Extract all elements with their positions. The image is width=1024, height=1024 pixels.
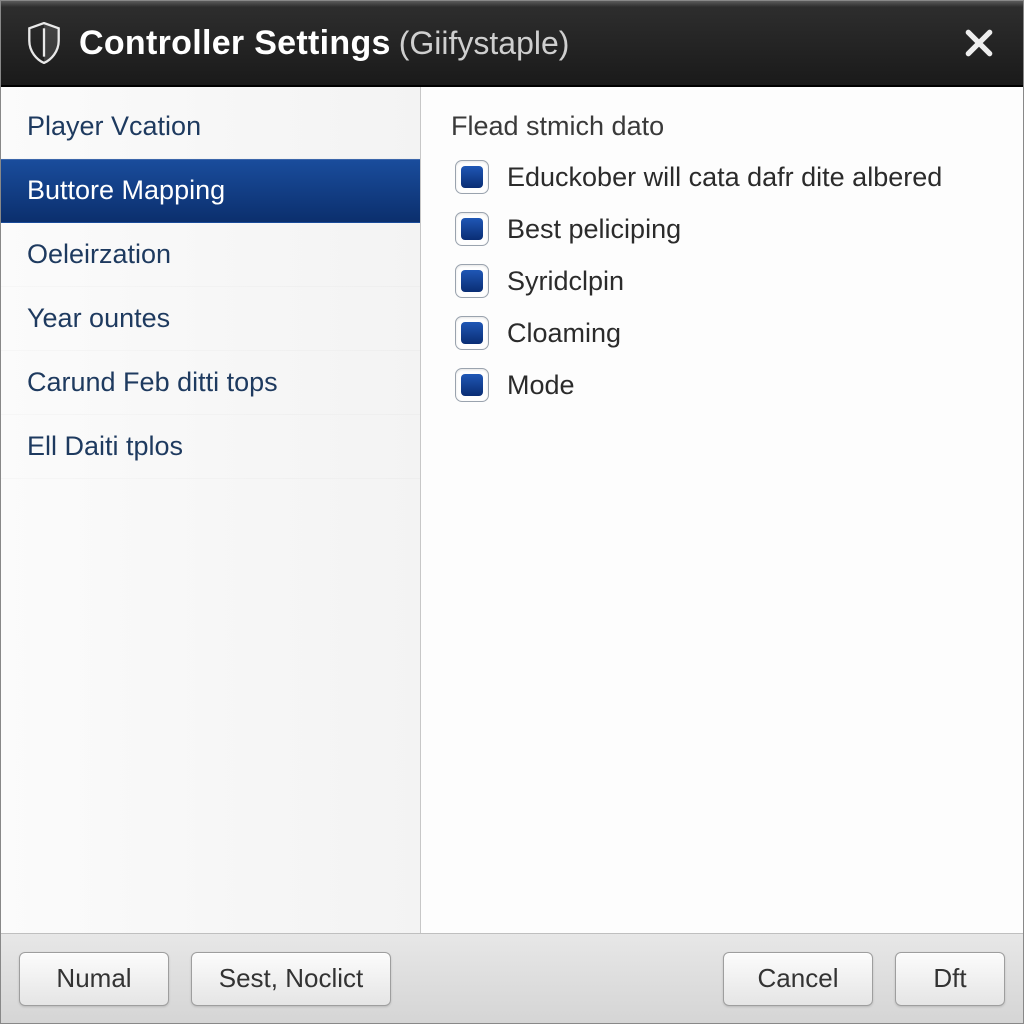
option-syridclpin[interactable]: Syridclpin xyxy=(455,264,995,298)
sidebar-item-carund-feb[interactable]: Carund Feb ditti tops xyxy=(1,351,420,415)
button-label: Cancel xyxy=(758,963,839,994)
content-header: Flead stmich dato xyxy=(449,107,995,160)
checkbox-checked-icon xyxy=(461,270,483,292)
sidebar-item-year-ountes[interactable]: Year ountes xyxy=(1,287,420,351)
titlebar: Controller Settings (Giifystaple) xyxy=(1,1,1023,87)
checkbox-checked-icon xyxy=(461,322,483,344)
option-label: Syridclpin xyxy=(507,266,624,297)
sidebar-item-label: Year ountes xyxy=(27,303,170,333)
sidebar-item-label: Oeleirzation xyxy=(27,239,171,269)
content-pane: Flead stmich dato Educkober will cata da… xyxy=(421,87,1023,933)
checkbox[interactable] xyxy=(455,212,489,246)
window-title: Controller Settings xyxy=(79,24,391,63)
checkbox[interactable] xyxy=(455,264,489,298)
titlebar-highlight xyxy=(1,1,1023,7)
checkbox[interactable] xyxy=(455,160,489,194)
button-label: Numal xyxy=(56,963,131,994)
ok-button[interactable]: Dft xyxy=(895,952,1005,1006)
close-icon xyxy=(963,27,995,59)
option-label: Cloaming xyxy=(507,318,621,349)
settings-window: Controller Settings (Giifystaple) Player… xyxy=(0,0,1024,1024)
checkbox-checked-icon xyxy=(461,218,483,240)
sidebar-item-label: Ell Daiti tplos xyxy=(27,431,183,461)
footer: Numal Sest, Noclict Cancel Dft xyxy=(1,933,1023,1023)
sidebar-item-ell-daiti[interactable]: Ell Daiti tplos xyxy=(1,415,420,479)
checkbox[interactable] xyxy=(455,316,489,350)
option-label: Best peliciping xyxy=(507,214,681,245)
sidebar-item-oeleirzation[interactable]: Oeleirzation xyxy=(1,223,420,287)
option-label: Educkober will cata dafr dite albered xyxy=(507,162,942,193)
option-label: Mode xyxy=(507,370,575,401)
options-list: Educkober will cata dafr dite albered Be… xyxy=(449,160,995,402)
sidebar: Player Vcation Buttore Mapping Oeleirzat… xyxy=(1,87,421,933)
sidebar-item-label: Carund Feb ditti tops xyxy=(27,367,278,397)
cancel-button[interactable]: Cancel xyxy=(723,952,873,1006)
checkbox-checked-icon xyxy=(461,374,483,396)
option-mode[interactable]: Mode xyxy=(455,368,995,402)
button-label: Sest, Noclict xyxy=(219,963,364,994)
close-button[interactable] xyxy=(957,21,1001,65)
sidebar-item-label: Player Vcation xyxy=(27,111,201,141)
option-eduockober[interactable]: Educkober will cata dafr dite albered xyxy=(455,160,995,194)
checkbox[interactable] xyxy=(455,368,489,402)
sidebar-item-player-vcation[interactable]: Player Vcation xyxy=(1,95,420,159)
sidebar-item-label: Buttore Mapping xyxy=(27,175,225,205)
numal-button[interactable]: Numal xyxy=(19,952,169,1006)
window-subtitle: (Giifystaple) xyxy=(399,25,570,62)
option-cloaming[interactable]: Cloaming xyxy=(455,316,995,350)
shield-icon xyxy=(23,22,65,64)
sidebar-item-buttore-mapping[interactable]: Buttore Mapping xyxy=(1,159,420,223)
window-body: Player Vcation Buttore Mapping Oeleirzat… xyxy=(1,87,1023,933)
button-label: Dft xyxy=(933,963,966,994)
option-best-peliciping[interactable]: Best peliciping xyxy=(455,212,995,246)
sest-noclict-button[interactable]: Sest, Noclict xyxy=(191,952,391,1006)
checkbox-checked-icon xyxy=(461,166,483,188)
